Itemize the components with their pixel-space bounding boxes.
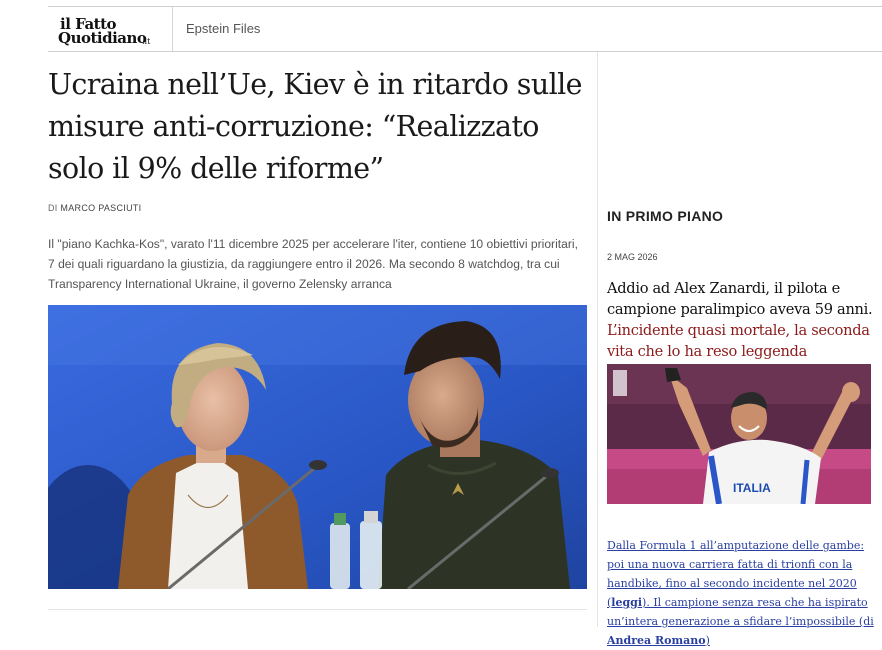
nav-link-epstein-files[interactable]: Epstein Files [186, 21, 260, 36]
svg-text:ITALIA: ITALIA [733, 481, 771, 495]
author-label: Andrea Romano [607, 634, 706, 647]
site-logo[interactable]: il Fatto Quotidiano .it [58, 13, 158, 47]
article-summary: Il "piano Kachka-Kos", varato l'11 dicem… [48, 237, 578, 291]
sidebar-headline-main: Addio ad Alex Zanardi, il pilota e campi… [607, 280, 873, 318]
sidebar-blurb-link-continued[interactable]: ). Il campione senza resa che ha ispirat… [607, 596, 874, 628]
sidebar-blurb-author-link[interactable]: Andrea Romano [607, 634, 706, 647]
column-divider [597, 52, 598, 627]
sidebar-image[interactable]: ITALIA [607, 364, 871, 504]
top-navigation-bar: il Fatto Quotidiano .it Epstein Files [48, 6, 882, 52]
hero-photo [48, 305, 587, 589]
leggi-label: leggi [611, 596, 643, 609]
article-byline: DI MARCO PASCIUTI [48, 203, 141, 213]
nav-divider [172, 7, 173, 51]
sidebar-headline-highlight: L’incidente quasi mortale, la seconda vi… [607, 322, 870, 360]
logo-suffix: .it [142, 37, 151, 46]
sidebar-blurb: Dalla Formula 1 all’amputazione delle ga… [607, 536, 877, 650]
sidebar-blurb-link-leggi[interactable]: leggi [611, 596, 642, 609]
sidebar-photo: ITALIA [607, 364, 871, 504]
sidebar-blurb-link-end[interactable]: ) [706, 634, 710, 647]
byline-prefix: DI [48, 203, 58, 213]
article-author[interactable]: MARCO PASCIUTI [60, 203, 141, 213]
article-bottom-divider [48, 609, 587, 610]
sidebar-section-title: IN PRIMO PIANO [607, 208, 724, 224]
article-hero-image[interactable] [48, 305, 587, 589]
article-title[interactable]: Ucraina nell’Ue, Kiev è in ritardo sulle… [48, 64, 588, 190]
sidebar-date: 2 MAG 2026 [607, 252, 658, 262]
logo-line-2: Quotidiano [58, 29, 147, 47]
sidebar-headline[interactable]: Addio ad Alex Zanardi, il pilota e campi… [607, 278, 877, 362]
